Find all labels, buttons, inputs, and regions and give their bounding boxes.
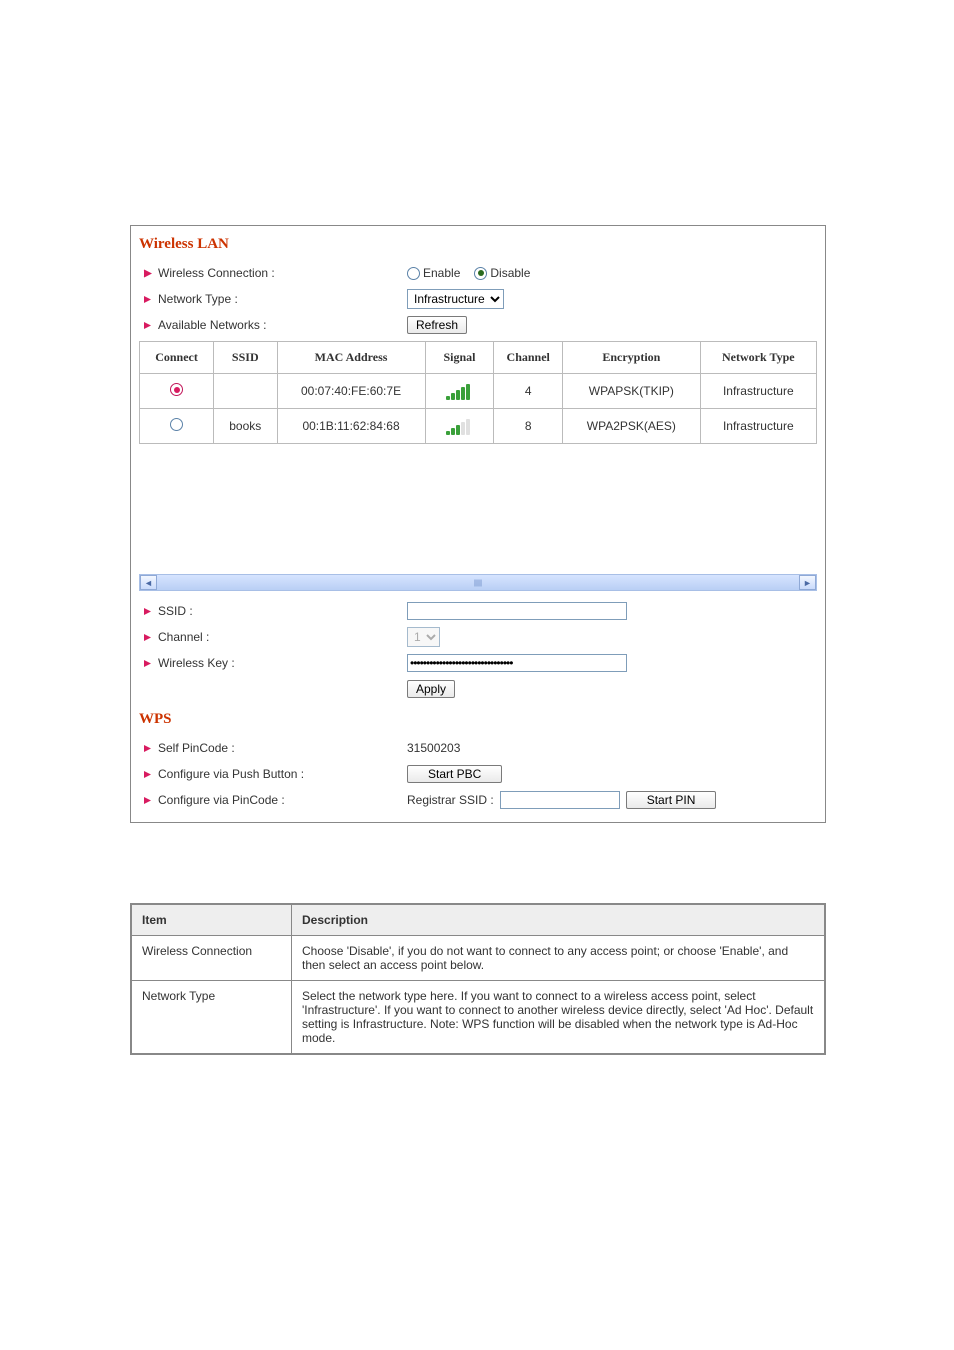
- bullet-icon: [143, 770, 152, 779]
- channel-cell: 8: [494, 409, 563, 444]
- label-channel: Channel :: [158, 630, 209, 644]
- wireless-key-input[interactable]: [407, 654, 627, 672]
- mac-cell: 00:1B:11:62:84:68: [277, 409, 425, 444]
- signal-cell: [425, 409, 494, 444]
- channel-cell: 4: [494, 374, 563, 409]
- ntype-cell: Infrastructure: [700, 409, 816, 444]
- bullet-icon: [143, 295, 152, 304]
- bullet-icon: [143, 607, 152, 616]
- wireless-lan-panel: Wireless LAN Wireless Connection : Enabl…: [130, 225, 826, 823]
- row-channel: Channel : 1: [139, 625, 817, 649]
- radio-disable-label: Disable: [490, 266, 530, 280]
- bullet-icon: [143, 321, 152, 330]
- desc-header-desc: Description: [292, 905, 825, 936]
- networks-table: Connect SSID MAC Address Signal Channel …: [139, 341, 817, 444]
- desc-header-item: Item: [132, 905, 292, 936]
- desc-item-cell: Wireless Connection: [132, 936, 292, 981]
- connect-cell[interactable]: [140, 374, 214, 409]
- label-pincode: Configure via PinCode :: [158, 793, 285, 807]
- radio-disable[interactable]: Disable: [474, 266, 530, 280]
- apply-button[interactable]: Apply: [407, 680, 455, 698]
- label-ssid: SSID :: [158, 604, 193, 618]
- signal-cell: [425, 374, 494, 409]
- network-type-select[interactable]: Infrastructure: [407, 289, 504, 309]
- mac-cell: 00:07:40:FE:60:7E: [277, 374, 425, 409]
- ssid-cell: books: [214, 409, 277, 444]
- col-ntype: Network Type: [700, 342, 816, 374]
- label-wireless-connection: Wireless Connection :: [158, 266, 275, 280]
- row-apply: Apply: [139, 677, 817, 701]
- label-wireless-key: Wireless Key :: [158, 656, 235, 670]
- section-title-wps: WPS: [139, 711, 817, 728]
- horizontal-scrollbar[interactable]: ◄ ►: [139, 574, 817, 591]
- col-channel: Channel: [494, 342, 563, 374]
- row-available-networks: Available Networks : Refresh: [139, 313, 817, 337]
- encryption-cell: WPAPSK(TKIP): [563, 374, 701, 409]
- label-self-pincode: Self PinCode :: [158, 741, 235, 755]
- self-pincode-value: 31500203: [407, 741, 460, 755]
- start-pbc-button[interactable]: Start PBC: [407, 765, 502, 783]
- table-row: Wireless Connection Choose 'Disable', if…: [132, 936, 825, 981]
- bullet-icon: [143, 633, 152, 642]
- table-row: 00:07:40:FE:60:7E 4 WPAPSK(TKIP) Infrast…: [140, 374, 817, 409]
- encryption-cell: WPA2PSK(AES): [563, 409, 701, 444]
- channel-select: 1: [407, 627, 440, 647]
- row-ssid: SSID :: [139, 599, 817, 623]
- description-panel: Item Description Wireless Connection Cho…: [130, 903, 826, 1055]
- label-registrar-ssid: Registrar SSID :: [407, 793, 494, 807]
- col-enc: Encryption: [563, 342, 701, 374]
- radio-enable-dot: [407, 267, 420, 280]
- label-network-type: Network Type :: [158, 292, 238, 306]
- desc-text-cell: Choose 'Disable', if you do not want to …: [292, 936, 825, 981]
- description-table: Item Description Wireless Connection Cho…: [131, 904, 825, 1054]
- row-push-button: Configure via Push Button : Start PBC: [139, 762, 817, 786]
- row-network-type: Network Type : Infrastructure: [139, 287, 817, 311]
- row-self-pincode: Self PinCode : 31500203: [139, 736, 817, 760]
- scroll-left-icon[interactable]: ◄: [140, 575, 157, 590]
- col-mac: MAC Address: [277, 342, 425, 374]
- table-row: books 00:1B:11:62:84:68 8 WPA2PSK(AES) I…: [140, 409, 817, 444]
- bullet-icon: [143, 744, 152, 753]
- label-available-networks: Available Networks :: [158, 318, 267, 332]
- scrollbar-grip-icon: [475, 579, 482, 586]
- desc-item-cell: Network Type: [132, 981, 292, 1054]
- registrar-ssid-input[interactable]: [500, 791, 620, 809]
- section-title-wlan: Wireless LAN: [139, 236, 817, 253]
- row-pincode: Configure via PinCode : Registrar SSID :…: [139, 788, 817, 812]
- radio-enable-label: Enable: [423, 266, 460, 280]
- table-empty-area: [139, 444, 817, 574]
- scrollbar-track[interactable]: [157, 575, 799, 590]
- bullet-icon: [143, 796, 152, 805]
- network-select-radio[interactable]: [170, 383, 183, 396]
- bullet-icon: [143, 269, 152, 278]
- ssid-cell: [214, 374, 277, 409]
- table-row: Network Type Select the network type her…: [132, 981, 825, 1054]
- refresh-button[interactable]: Refresh: [407, 316, 467, 334]
- row-wireless-connection: Wireless Connection : Enable Disable: [139, 261, 817, 285]
- desc-text-cell: Select the network type here. If you wan…: [292, 981, 825, 1054]
- connect-cell[interactable]: [140, 409, 214, 444]
- start-pin-button[interactable]: Start PIN: [626, 791, 717, 809]
- radio-disable-dot: [474, 267, 487, 280]
- col-signal: Signal: [425, 342, 494, 374]
- network-select-radio[interactable]: [170, 418, 183, 431]
- ntype-cell: Infrastructure: [700, 374, 816, 409]
- radio-enable[interactable]: Enable: [407, 266, 460, 280]
- col-ssid: SSID: [214, 342, 277, 374]
- ssid-input[interactable]: [407, 602, 627, 620]
- scroll-right-icon[interactable]: ►: [799, 575, 816, 590]
- col-connect: Connect: [140, 342, 214, 374]
- row-wireless-key: Wireless Key :: [139, 651, 817, 675]
- label-push-button: Configure via Push Button :: [158, 767, 304, 781]
- bullet-icon: [143, 659, 152, 668]
